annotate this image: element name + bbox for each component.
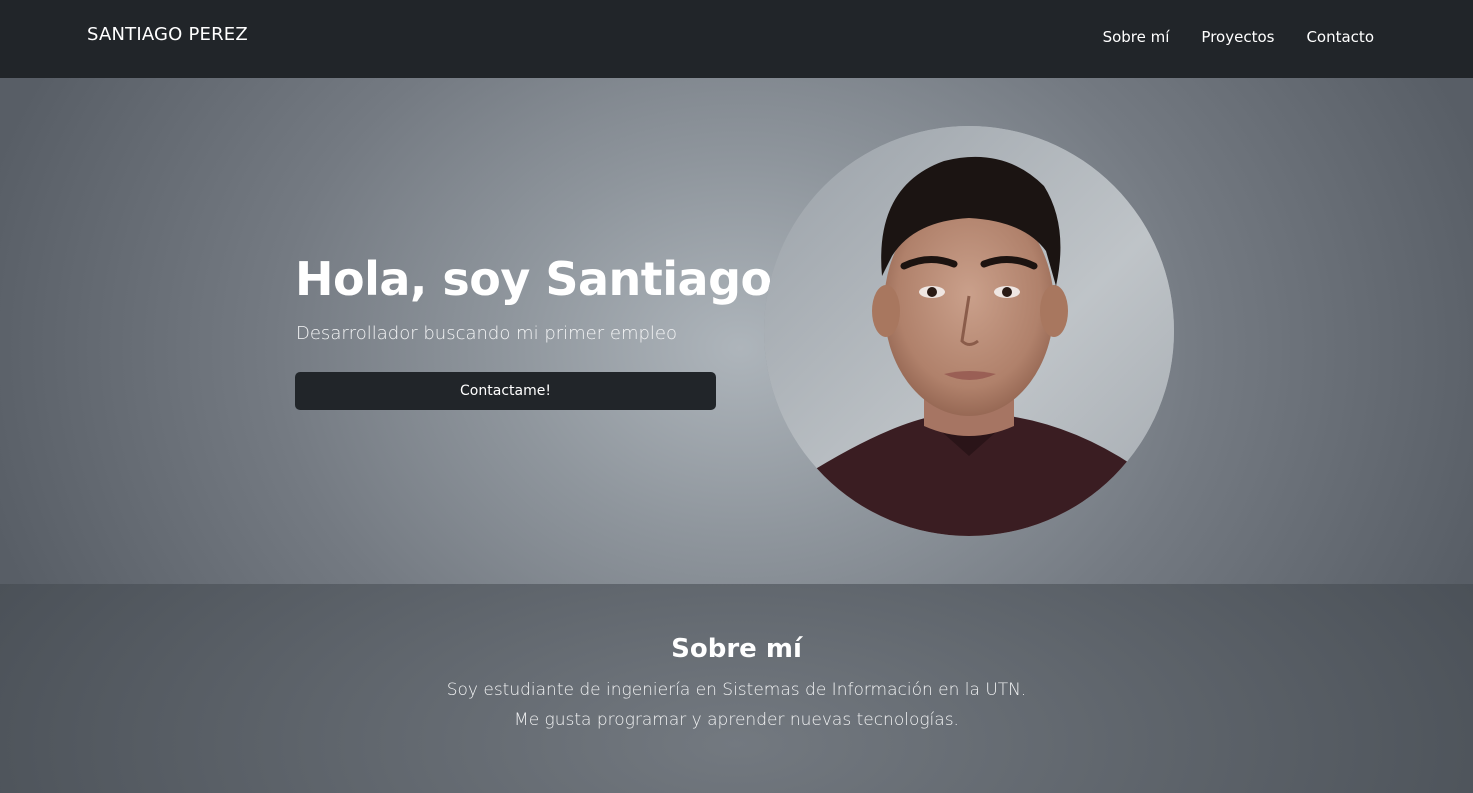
profile-photo-avatar <box>764 126 1174 536</box>
about-section: Sobre mí Soy estudiante de ingeniería en… <box>0 584 1473 793</box>
nav-links: Sobre mí Proyectos Contacto <box>1087 28 1374 46</box>
profile-photo-icon <box>764 126 1174 536</box>
hero-section: Hola, soy Santiago Desarrollador buscand… <box>0 78 1473 584</box>
top-navbar: SANTIAGO PEREZ Sobre mí Proyectos Contac… <box>0 0 1473 78</box>
hero-title: Hola, soy Santiago <box>295 252 772 306</box>
nav-link-contacto[interactable]: Contacto <box>1290 28 1374 46</box>
hero-subtitle: Desarrollador buscando mi primer empleo <box>296 323 677 344</box>
nav-link-sobre-mi[interactable]: Sobre mí <box>1087 28 1186 46</box>
contact-button[interactable]: Contactame! <box>295 372 716 410</box>
about-title: Sobre mí <box>671 634 802 664</box>
about-text-line: Soy estudiante de ingeniería en Sistemas… <box>446 680 1027 700</box>
brand-link[interactable]: SANTIAGO PEREZ <box>87 24 248 45</box>
about-text-line: Me gusta programar y aprender nuevas tec… <box>514 710 959 730</box>
nav-link-proyectos[interactable]: Proyectos <box>1185 28 1290 46</box>
